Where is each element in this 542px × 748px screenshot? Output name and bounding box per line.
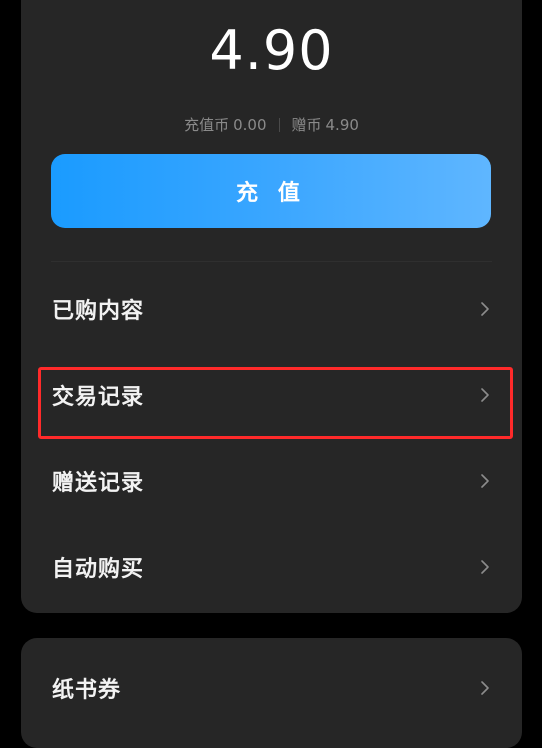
menu-item-label: 已购内容 bbox=[52, 299, 145, 324]
recharge-button[interactable]: 充 值 bbox=[51, 154, 491, 228]
balance-amount: 4.90 bbox=[209, 19, 334, 82]
coin-breakdown: 充值币 0.00 赠币 4.90 bbox=[21, 114, 522, 135]
menu-item-purchased[interactable]: 已购内容 bbox=[21, 279, 522, 339]
chevron-right-icon bbox=[478, 560, 492, 574]
menu-item-label: 交易记录 bbox=[52, 385, 145, 410]
section-divider bbox=[51, 261, 492, 262]
recharge-coin-label: 充值币 bbox=[184, 116, 230, 134]
chevron-right-icon bbox=[478, 388, 492, 402]
menu-item-paper-book-voucher[interactable]: 纸书券 bbox=[21, 658, 522, 718]
wallet-card: 4.90 充值币 0.00 赠币 4.90 充 值 已购内容 交易记录 赠送记录… bbox=[21, 0, 522, 613]
menu-item-auto-purchase[interactable]: 自动购买 bbox=[21, 537, 522, 597]
chevron-right-icon bbox=[478, 474, 492, 488]
gift-coin-label: 赠币 bbox=[291, 116, 322, 134]
chevron-right-icon bbox=[478, 302, 492, 316]
chevron-right-icon bbox=[478, 681, 492, 695]
extra-card: 纸书券 bbox=[21, 638, 522, 748]
gift-coin-value: 4.90 bbox=[325, 115, 359, 134]
menu-item-transactions[interactable]: 交易记录 bbox=[21, 365, 522, 425]
coin-divider bbox=[278, 117, 280, 132]
menu-item-label: 自动购买 bbox=[52, 557, 145, 582]
menu-item-label: 纸书券 bbox=[52, 678, 122, 703]
recharge-coin-value: 0.00 bbox=[233, 115, 267, 134]
menu-item-gift-records[interactable]: 赠送记录 bbox=[21, 451, 522, 511]
menu-item-label: 赠送记录 bbox=[52, 471, 145, 496]
